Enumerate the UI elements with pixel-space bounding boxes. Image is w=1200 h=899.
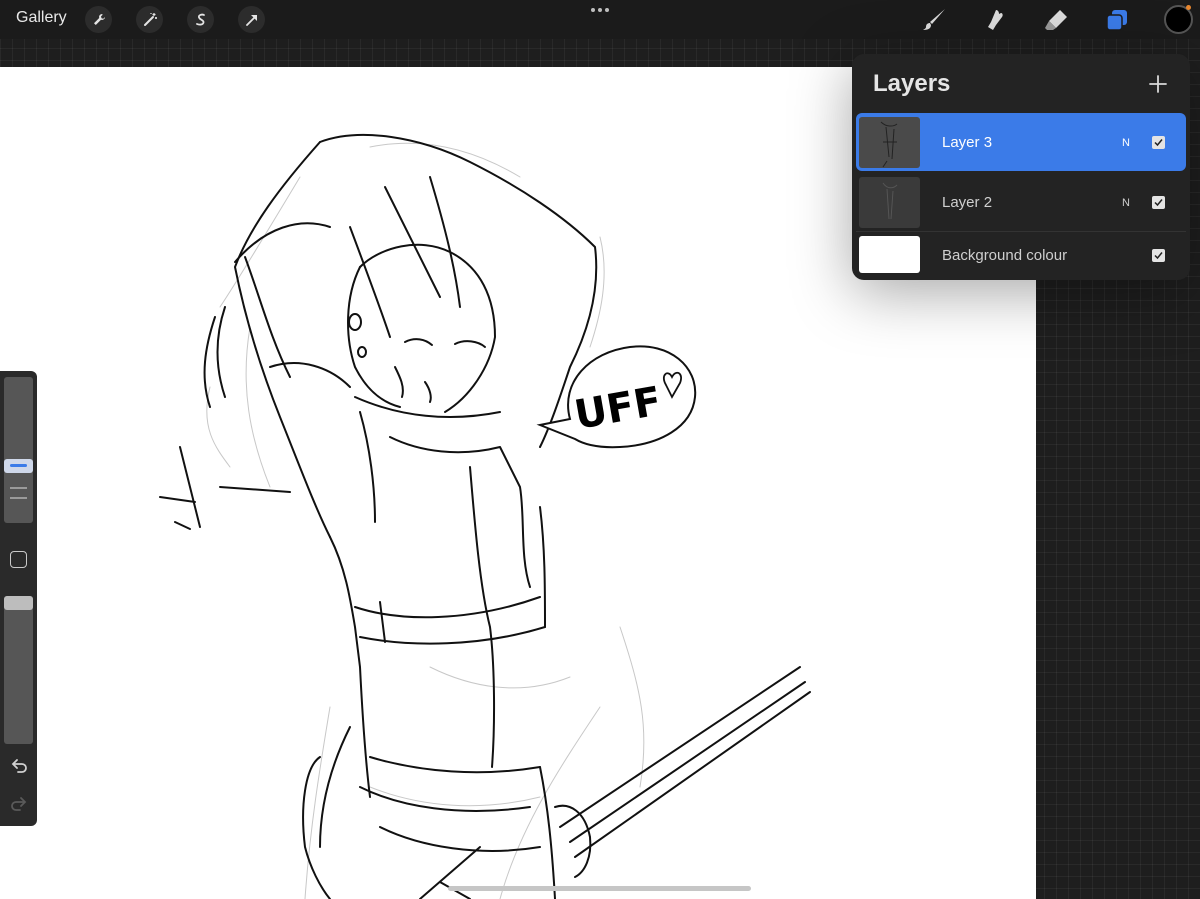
home-indicator xyxy=(448,886,751,891)
layer-thumbnail xyxy=(859,117,920,168)
blend-mode-button[interactable]: N xyxy=(1122,197,1130,209)
brush-size-slider[interactable] xyxy=(4,377,33,523)
layer-row-layer-3[interactable]: Layer 3 N xyxy=(856,113,1186,171)
layers-panel-title: Layers xyxy=(873,70,951,97)
color-indicator-dot xyxy=(1186,5,1191,10)
gallery-button[interactable]: Gallery xyxy=(16,9,67,27)
blend-mode-button[interactable]: N xyxy=(1122,137,1130,149)
smudge-icon[interactable] xyxy=(980,5,1010,35)
left-sidebar xyxy=(0,371,37,826)
transform-arrow-icon[interactable] xyxy=(238,6,265,33)
brush-icon[interactable] xyxy=(919,5,949,35)
plus-icon[interactable] xyxy=(1146,72,1170,96)
layer-name: Background colour xyxy=(942,247,1068,264)
visibility-checkbox[interactable] xyxy=(1152,196,1165,209)
brush-size-handle[interactable] xyxy=(4,459,33,473)
modify-square-icon[interactable] xyxy=(10,551,27,568)
opacity-handle[interactable] xyxy=(4,596,33,610)
top-toolbar: Gallery xyxy=(0,0,1200,39)
opacity-slider[interactable] xyxy=(4,596,33,744)
layer-thumbnail xyxy=(859,236,920,273)
visibility-checkbox[interactable] xyxy=(1152,136,1165,149)
layer-name: Layer 2 xyxy=(942,194,993,211)
layer-row-layer-2[interactable]: Layer 2 N xyxy=(856,173,1186,232)
layer-name: Layer 3 xyxy=(942,134,993,151)
layer-thumbnail xyxy=(859,177,920,228)
layer-row-background-colour[interactable]: Background colour xyxy=(856,232,1186,278)
eraser-icon[interactable] xyxy=(1041,5,1071,35)
layers-icon[interactable] xyxy=(1102,5,1132,35)
more-options-icon[interactable] xyxy=(588,2,612,18)
magic-wand-icon[interactable] xyxy=(136,6,163,33)
layers-panel: Layers Layer 3 N Layer 2 N Background co… xyxy=(852,54,1190,280)
selection-s-icon[interactable] xyxy=(187,6,214,33)
redo-icon[interactable] xyxy=(9,795,29,815)
visibility-checkbox[interactable] xyxy=(1152,249,1165,262)
wrench-icon[interactable] xyxy=(85,6,112,33)
undo-icon[interactable] xyxy=(9,757,29,777)
